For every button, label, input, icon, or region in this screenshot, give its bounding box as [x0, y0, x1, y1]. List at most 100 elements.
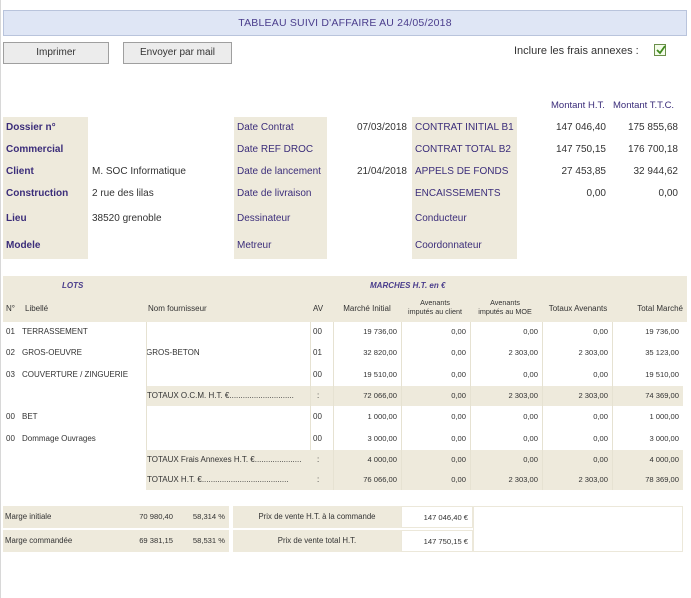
dessinateur-label: Dessinateur — [234, 205, 327, 232]
contrat-total-label: CONTRAT TOTAL B2 — [412, 139, 517, 161]
annex-libelle: Dommage Ouvrages — [22, 434, 96, 443]
contrat-total-ttc: 176 700,18 — [611, 139, 683, 161]
totaux-ht-label: TOTAUX H.T. €...........................… — [147, 475, 289, 484]
totaux-ocm-total: 74 369,00 — [645, 391, 679, 400]
lot-av: 01 — [313, 348, 322, 357]
include-fees-label: Inclure les frais annexes : — [514, 45, 639, 57]
totaux-annexes-marche-initial: 4 000,00 — [367, 455, 397, 464]
totaux-ocm-label: TOTAUX O.C.M. H.T. €....................… — [147, 391, 294, 400]
lot-total: 19 736,00 — [645, 327, 679, 336]
construction-value: 2 rue des lilas — [88, 183, 234, 205]
lot-av-client: 0,00 — [451, 327, 466, 336]
include-fees-checkbox[interactable] — [654, 44, 666, 56]
annex-tot-av: 0,00 — [593, 434, 608, 443]
col-libelle: Libellé — [25, 304, 49, 313]
grid-line — [333, 322, 334, 490]
date-ref-droc-label: Date REF DROC — [234, 139, 327, 161]
totaux-ocm-marche-initial: 72 066,00 — [363, 391, 397, 400]
coordonnateur-label: Coordonnateur — [412, 232, 517, 259]
lieu-value: 38520 grenoble — [88, 205, 234, 232]
lot-libelle: COUVERTURE / ZINGUERIE — [22, 370, 129, 379]
lot-marche-initial: 19 510,00 — [363, 370, 397, 379]
annex-n: 00 — [6, 434, 15, 443]
conducteur-value — [517, 205, 611, 232]
lot-n: 03 — [6, 370, 15, 379]
encaissements-ttc: 0,00 — [611, 183, 683, 205]
lot-total: 19 510,00 — [645, 370, 679, 379]
lot-av-client: 0,00 — [451, 348, 466, 357]
dossier-label: Dossier n° — [3, 117, 88, 139]
page-title: TABLEAU SUIVI D'AFFAIRE AU 24/05/2018 — [3, 10, 687, 36]
totaux-annexes-av-moe: 0,00 — [523, 455, 538, 464]
annex-marche-initial: 3 000,00 — [367, 434, 397, 443]
lot-fournisseur: GROS-BETON — [146, 348, 200, 357]
lot-av: 00 — [313, 370, 322, 379]
marge-commandee-value: 69 381,15 — [105, 530, 177, 552]
prix-commande-value: 147 046,40 € — [401, 506, 473, 528]
modele-value — [88, 232, 234, 259]
marge-commandee-label: Marge commandée — [3, 530, 105, 552]
contrat-initial-ht: 147 046,40 — [517, 117, 611, 139]
coordonnateur-value — [517, 232, 611, 259]
totaux-ht-av-moe: 2 303,00 — [508, 475, 538, 484]
lots-section-title: LOTS — [62, 281, 84, 290]
marge-commandee-pct: 58,531 % — [177, 530, 229, 552]
prix-commande-label: Prix de vente H.T. à la commande — [233, 506, 401, 528]
appels-fonds-ttc: 32 944,62 — [611, 161, 683, 183]
annex-av-moe: 0,00 — [523, 412, 538, 421]
client-value: M. SOC Informatique — [88, 161, 234, 183]
totaux-annexes-av-client: 0,00 — [451, 455, 466, 464]
contrat-initial-ttc: 175 855,68 — [611, 117, 683, 139]
annex-fournisseur — [146, 406, 310, 428]
annex-av-client: 0,00 — [451, 434, 466, 443]
lot-av-moe: 2 303,00 — [508, 348, 538, 357]
print-button[interactable]: Imprimer — [3, 42, 109, 64]
annex-total: 1 000,00 — [649, 412, 679, 421]
annex-libelle: BET — [22, 412, 38, 421]
lot-marche-initial: 19 736,00 — [363, 327, 397, 336]
marches-section-title: MARCHES H.T. en € — [370, 281, 446, 290]
dossier-value — [88, 117, 234, 139]
lot-tot-av: 0,00 — [593, 327, 608, 336]
col-av: AV — [313, 304, 324, 313]
totaux-annexes-label: TOTAUX Frais Annexes H.T. €.............… — [147, 455, 302, 464]
metreur-value — [327, 232, 412, 259]
grid-line — [401, 322, 402, 490]
annex-marche-initial: 1 000,00 — [367, 412, 397, 421]
amount-ht-header: Montant H.T. — [551, 100, 605, 111]
construction-label: Construction — [3, 183, 88, 205]
totaux-ocm-av-client: 0,00 — [451, 391, 466, 400]
totaux-ht-sep: : — [317, 475, 320, 484]
col-n: N° — [6, 304, 15, 313]
grid-line — [542, 322, 543, 490]
grid-line — [612, 322, 613, 490]
annex-av: 00 — [313, 412, 322, 421]
commercial-value — [88, 139, 234, 161]
encaissements-label: ENCAISSEMENTS — [412, 183, 517, 205]
send-mail-button[interactable]: Envoyer par mail — [123, 42, 232, 64]
prix-empty-area — [473, 506, 683, 552]
totaux-ht-av-client: 0,00 — [451, 475, 466, 484]
grid-line — [470, 322, 471, 490]
annex-total: 3 000,00 — [649, 434, 679, 443]
lot-n: 02 — [6, 348, 15, 357]
lot-av-moe: 0,00 — [523, 327, 538, 336]
date-contrat-label: Date Contrat — [234, 117, 327, 139]
lot-total: 35 123,00 — [645, 348, 679, 357]
appels-fonds-ht: 27 453,85 — [517, 161, 611, 183]
totaux-annexes-tot-av: 0,00 — [593, 455, 608, 464]
totaux-ocm-sep: : — [317, 391, 320, 400]
date-livraison-label: Date de livraison — [234, 183, 327, 205]
prix-total-label: Prix de vente total H.T. — [233, 530, 401, 552]
annex-av-client: 0,00 — [451, 412, 466, 421]
commercial-label: Commercial — [3, 139, 88, 161]
grid-line — [146, 322, 147, 450]
lot-tot-av: 0,00 — [593, 370, 608, 379]
col-marche-initial: Marché Initial — [343, 304, 391, 313]
marge-initiale-value: 70 980,40 — [105, 506, 177, 528]
lot-av-client: 0,00 — [451, 370, 466, 379]
annex-av: 00 — [313, 434, 322, 443]
lot-av-moe: 0,00 — [523, 370, 538, 379]
totaux-annexes-sep: : — [317, 455, 320, 464]
col-av-moe-2: imputés au MOE — [478, 307, 532, 316]
